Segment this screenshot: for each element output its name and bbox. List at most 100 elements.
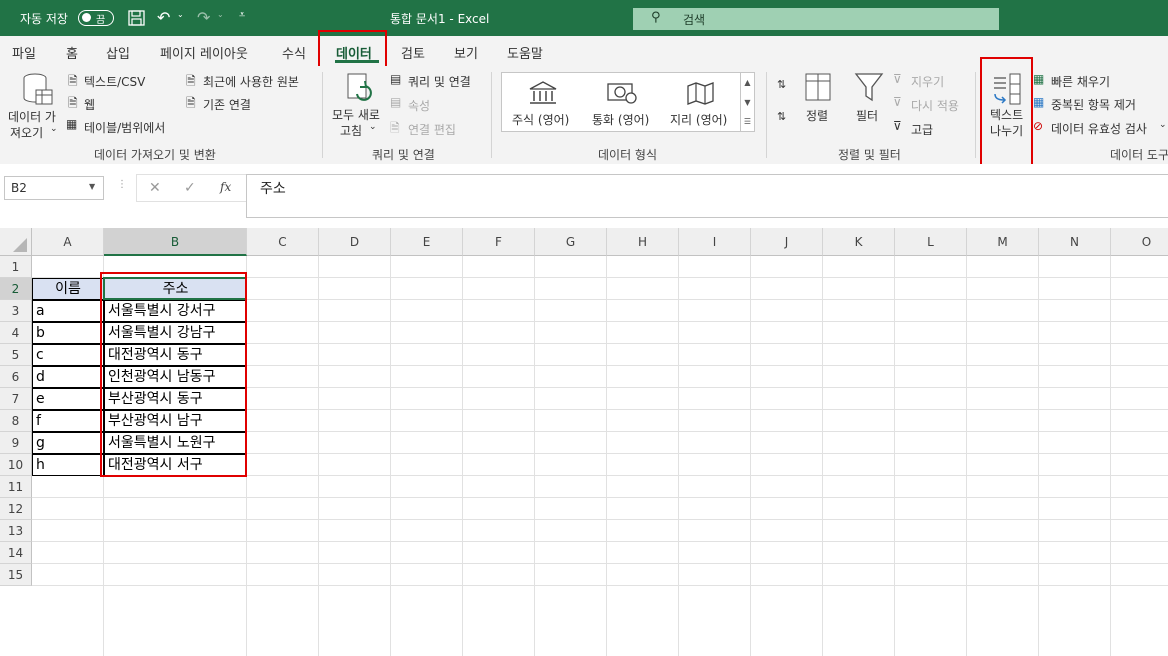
- select-all-corner[interactable]: [0, 228, 32, 256]
- database-icon: [23, 73, 53, 105]
- cell-name[interactable]: c: [32, 344, 104, 366]
- column-header-f[interactable]: F: [463, 228, 535, 256]
- remove-duplicates-button[interactable]: 중복된 항목 제거: [1051, 96, 1136, 113]
- tab-formulas[interactable]: 수식: [282, 43, 306, 62]
- row-header-7[interactable]: 7: [0, 388, 32, 410]
- gallery-scroll-up-icon[interactable]: ▲: [740, 73, 754, 93]
- gridline: [32, 519, 1168, 520]
- column-header-b[interactable]: B: [104, 228, 247, 256]
- gridline: [318, 256, 319, 656]
- cell-name[interactable]: g: [32, 432, 104, 454]
- column-header-n[interactable]: N: [1039, 228, 1111, 256]
- advanced-button[interactable]: 고급: [911, 121, 933, 138]
- sort-filter-group-label: 정렬 및 필터: [838, 148, 901, 162]
- column-header-h[interactable]: H: [607, 228, 679, 256]
- row-header-4[interactable]: 4: [0, 322, 32, 344]
- web-button[interactable]: 웹: [84, 96, 95, 113]
- sort-descending-icon[interactable]: ⇅: [777, 110, 786, 123]
- title-bar: 자동 저장 끔 ↶ ⌄ ↷ ⌄ ⩡ 통합 문서1 - Excel ⚲ 검색: [0, 0, 1168, 36]
- data-validation-button[interactable]: 데이터 유효성 검사: [1051, 120, 1147, 137]
- row-header-11[interactable]: 11: [0, 476, 32, 498]
- gallery-more-icon[interactable]: ☰: [740, 113, 754, 131]
- formula-buttons: ✕ ✓ fx: [136, 174, 246, 202]
- sort-icon: [805, 73, 831, 101]
- properties-button[interactable]: 속성: [408, 97, 430, 114]
- insert-function-icon[interactable]: fx: [220, 180, 231, 194]
- row-header-14[interactable]: 14: [0, 542, 32, 564]
- cell-name[interactable]: b: [32, 322, 104, 344]
- gallery-scroll-down-icon[interactable]: ▼: [740, 93, 754, 113]
- row-header-2[interactable]: 2: [0, 278, 32, 300]
- redo-icon[interactable]: ↷: [197, 8, 210, 27]
- header-cell-name[interactable]: 이름: [32, 278, 104, 300]
- row-header-15[interactable]: 15: [0, 564, 32, 586]
- column-header-d[interactable]: D: [319, 228, 391, 256]
- redo-dropdown-icon[interactable]: ⌄: [217, 10, 224, 19]
- gridline: [750, 256, 751, 656]
- row-header-13[interactable]: 13: [0, 520, 32, 542]
- tab-view[interactable]: 보기: [454, 43, 478, 62]
- tab-file[interactable]: 파일: [12, 43, 36, 62]
- column-header-j[interactable]: J: [751, 228, 823, 256]
- row-header-12[interactable]: 12: [0, 498, 32, 520]
- row-header-5[interactable]: 5: [0, 344, 32, 366]
- name-box-dropdown-icon[interactable]: ▼: [89, 182, 95, 191]
- column-header-i[interactable]: I: [679, 228, 751, 256]
- edit-links-button[interactable]: 연결 편집: [408, 121, 456, 138]
- sort-ascending-icon[interactable]: ⇅: [777, 78, 786, 91]
- undo-dropdown-icon[interactable]: ⌄: [177, 10, 184, 19]
- column-header-g[interactable]: G: [535, 228, 607, 256]
- row-header-10[interactable]: 10: [0, 454, 32, 476]
- cell-name[interactable]: h: [32, 454, 104, 476]
- tab-review[interactable]: 검토: [401, 43, 425, 62]
- tab-help[interactable]: 도움말: [507, 43, 543, 62]
- column-header-o[interactable]: O: [1111, 228, 1168, 256]
- cell-name[interactable]: f: [32, 410, 104, 432]
- cell-name[interactable]: e: [32, 388, 104, 410]
- column-header-l[interactable]: L: [895, 228, 967, 256]
- reapply-button[interactable]: 다시 적용: [911, 97, 959, 114]
- text-to-columns-highlight: [980, 57, 1033, 167]
- data-validation-icon: ⊘: [1033, 119, 1044, 133]
- chevron-down-icon[interactable]: ⌄: [1159, 120, 1167, 130]
- autosave-toggle[interactable]: 끔: [78, 10, 114, 26]
- group-divider: [322, 72, 323, 158]
- undo-icon[interactable]: ↶: [157, 8, 170, 27]
- enter-icon[interactable]: ✓: [184, 180, 196, 196]
- tab-page-layout[interactable]: 페이지 레이아웃: [160, 43, 248, 62]
- row-header-3[interactable]: 3: [0, 300, 32, 322]
- formula-input[interactable]: 주소: [246, 174, 1168, 218]
- get-data-label-1: 데이터 가: [8, 110, 56, 124]
- column-header-m[interactable]: M: [967, 228, 1039, 256]
- existing-connections-button[interactable]: 기존 연결: [203, 96, 251, 113]
- tab-insert[interactable]: 삽입: [106, 43, 130, 62]
- customize-toolbar-icon[interactable]: ⩡: [239, 8, 245, 22]
- column-header-c[interactable]: C: [247, 228, 319, 256]
- row-header-1[interactable]: 1: [0, 256, 32, 278]
- column-header-a[interactable]: A: [32, 228, 104, 256]
- name-box[interactable]: B2 ▼: [4, 176, 104, 200]
- cell-name[interactable]: d: [32, 366, 104, 388]
- text-csv-button[interactable]: 텍스트/CSV: [84, 73, 145, 90]
- group-divider: [975, 72, 976, 158]
- cancel-icon[interactable]: ✕: [149, 180, 161, 196]
- search-box[interactable]: ⚲ 검색: [633, 8, 999, 30]
- gridline: [1110, 256, 1111, 656]
- row-header-9[interactable]: 9: [0, 432, 32, 454]
- clear-button[interactable]: 지우기: [911, 73, 944, 90]
- tab-home[interactable]: 홈: [66, 43, 78, 62]
- search-placeholder: 검색: [683, 13, 706, 27]
- flash-fill-button[interactable]: 빠른 채우기: [1051, 73, 1110, 90]
- row-header-6[interactable]: 6: [0, 366, 32, 388]
- save-icon[interactable]: [128, 10, 146, 26]
- column-header-k[interactable]: K: [823, 228, 895, 256]
- toggle-knob-icon: [82, 13, 91, 22]
- gridline: [606, 256, 607, 656]
- autosave-state: 끔: [96, 15, 106, 26]
- cell-name[interactable]: a: [32, 300, 104, 322]
- table-range-button[interactable]: 테이블/범위에서: [84, 119, 165, 136]
- recent-sources-button[interactable]: 최근에 사용한 원본: [203, 73, 299, 90]
- queries-connections-button[interactable]: 쿼리 및 연결: [408, 73, 471, 90]
- column-header-e[interactable]: E: [391, 228, 463, 256]
- row-header-8[interactable]: 8: [0, 410, 32, 432]
